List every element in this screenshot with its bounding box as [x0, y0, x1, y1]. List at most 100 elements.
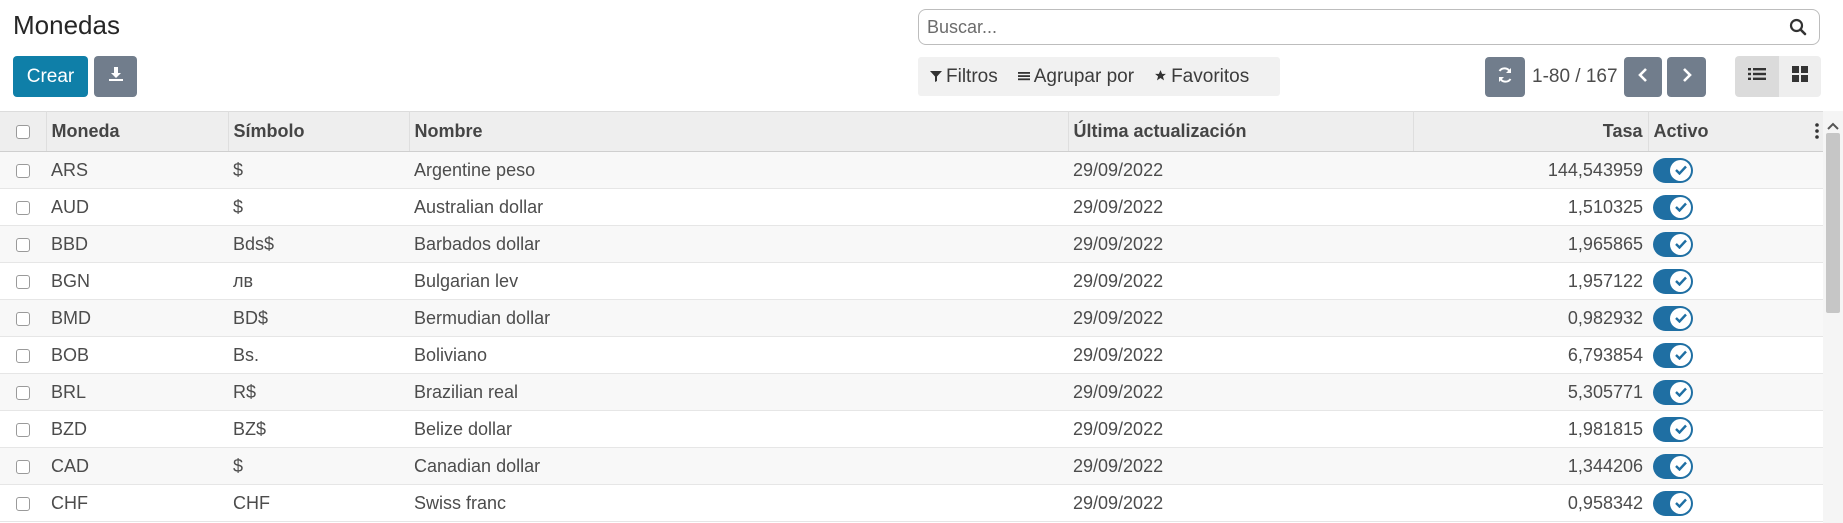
check-icon	[1670, 270, 1691, 292]
table-row[interactable]: BRL R$ Brazilian real 29/09/2022 5,305771	[0, 373, 1823, 411]
cell-rate: 1,957122	[1567, 270, 1643, 291]
column-header-updated[interactable]: Última actualización	[1068, 111, 1414, 152]
cell-currency: BOB	[51, 344, 90, 365]
row-select-cell[interactable]	[0, 337, 46, 374]
group-by-toggle[interactable]: Agrupar por	[1017, 66, 1134, 88]
cell-active[interactable]	[1648, 485, 1823, 522]
cell-symbol: $	[233, 159, 244, 180]
table-row[interactable]: AUD $ Australian dollar 29/09/2022 1,510325	[0, 188, 1823, 226]
active-toggle[interactable]	[1653, 231, 1693, 257]
column-header-currency[interactable]: Moneda	[46, 111, 229, 152]
vertical-dots-icon[interactable]	[1815, 123, 1819, 144]
row-select-cell[interactable]	[0, 152, 46, 189]
row-select-cell[interactable]	[0, 226, 46, 263]
table-row[interactable]: BOB Bs. Boliviano 29/09/2022 6,793854	[0, 336, 1823, 374]
search-bar[interactable]	[918, 9, 1820, 45]
table-row[interactable]: BMD BD$ Bermudian dollar 29/09/2022 0,982932	[0, 299, 1823, 337]
cell-currency: BBD	[51, 233, 89, 254]
cell-name: Australian dollar	[414, 196, 544, 217]
row-select-cell[interactable]	[0, 189, 46, 226]
vertical-scrollbar[interactable]	[1823, 111, 1843, 523]
cell-active[interactable]	[1648, 374, 1823, 411]
row-select-cell[interactable]	[0, 374, 46, 411]
column-header-active[interactable]: Activo	[1648, 111, 1823, 152]
cell-currency: BRL	[51, 381, 87, 402]
column-header-name[interactable]: Nombre	[409, 111, 1069, 152]
table-row[interactable]: BGN лв Bulgarian lev 29/09/2022 1,957122	[0, 262, 1823, 300]
favorites-label: Favoritos	[1171, 65, 1250, 87]
row-checkbox[interactable]	[16, 311, 30, 326]
active-toggle[interactable]	[1653, 157, 1693, 183]
active-toggle[interactable]	[1653, 268, 1693, 294]
row-checkbox[interactable]	[16, 348, 30, 363]
active-toggle[interactable]	[1653, 490, 1693, 516]
row-checkbox[interactable]	[16, 274, 30, 289]
row-select-cell[interactable]	[0, 485, 46, 522]
cell-active[interactable]	[1648, 411, 1823, 448]
table-row[interactable]: ARS $ Argentine peso 29/09/2022 144,543959	[0, 151, 1823, 189]
refresh-button[interactable]	[1485, 57, 1525, 97]
check-icon	[1670, 233, 1691, 255]
row-checkbox[interactable]	[16, 422, 30, 437]
chevron-right-icon	[1680, 67, 1694, 88]
cell-rate: 1,981815	[1567, 418, 1643, 439]
cell-currency: AUD	[51, 196, 90, 217]
check-icon	[1670, 344, 1691, 366]
cell-active[interactable]	[1648, 226, 1823, 263]
favorites-toggle[interactable]: Favoritos	[1154, 66, 1249, 88]
scrollbar-thumb[interactable]	[1826, 133, 1840, 313]
row-select-cell[interactable]	[0, 263, 46, 300]
cell-currency: BMD	[51, 307, 91, 328]
select-all-checkbox[interactable]	[15, 125, 30, 140]
row-checkbox[interactable]	[16, 163, 30, 178]
active-toggle[interactable]	[1653, 416, 1693, 442]
row-select-cell[interactable]	[0, 448, 46, 485]
row-checkbox[interactable]	[16, 237, 30, 252]
search-options-bar: Filtros Agrupar por Favoritos	[918, 57, 1280, 96]
cell-active[interactable]	[1648, 337, 1823, 374]
cell-rate: 144,543959	[1547, 159, 1643, 180]
currency-table: Moneda Símbolo Nombre Última actualizaci…	[0, 111, 1823, 522]
cell-active[interactable]	[1648, 189, 1823, 226]
active-toggle[interactable]	[1653, 194, 1693, 220]
check-icon	[1670, 418, 1691, 440]
page-title: Monedas	[13, 10, 120, 40]
table-row[interactable]: BZD BZ$ Belize dollar 29/09/2022 1,981815	[0, 410, 1823, 448]
active-toggle[interactable]	[1653, 305, 1693, 331]
cell-name: Belize dollar	[414, 418, 513, 439]
table-row[interactable]: CHF CHF Swiss franc 29/09/2022 0,958342	[0, 484, 1823, 522]
check-icon	[1670, 381, 1691, 403]
export-button[interactable]	[94, 56, 137, 97]
pager-previous-button[interactable]	[1624, 57, 1662, 97]
column-header-symbol[interactable]: Símbolo	[228, 111, 410, 152]
active-toggle[interactable]	[1653, 379, 1693, 405]
row-checkbox[interactable]	[16, 496, 30, 511]
filters-toggle[interactable]: Filtros	[930, 66, 998, 88]
create-button[interactable]: Crear	[13, 56, 88, 97]
list-view-button[interactable]	[1735, 56, 1779, 97]
cell-active[interactable]	[1648, 448, 1823, 485]
table-row[interactable]: BBD Bds$ Barbados dollar 29/09/2022 1,965865	[0, 225, 1823, 263]
row-select-cell[interactable]	[0, 411, 46, 448]
select-all-cell[interactable]	[0, 111, 47, 152]
cell-currency: ARS	[51, 159, 89, 180]
cell-active[interactable]	[1648, 152, 1823, 189]
cell-updated: 29/09/2022	[1073, 418, 1164, 439]
active-toggle[interactable]	[1653, 453, 1693, 479]
search-icon[interactable]	[1787, 16, 1809, 38]
row-checkbox[interactable]	[16, 459, 30, 474]
cell-active[interactable]	[1648, 263, 1823, 300]
cell-name: Swiss franc	[414, 492, 507, 513]
cell-active[interactable]	[1648, 300, 1823, 337]
kanban-view-button[interactable]	[1779, 56, 1821, 97]
cell-name: Boliviano	[414, 344, 488, 365]
row-checkbox[interactable]	[16, 200, 30, 215]
active-toggle[interactable]	[1653, 342, 1693, 368]
pager-next-button[interactable]	[1667, 57, 1706, 97]
column-header-rate[interactable]: Tasa	[1413, 111, 1649, 152]
pager-value[interactable]: 1-80 / 167	[1532, 66, 1618, 88]
row-select-cell[interactable]	[0, 300, 46, 337]
table-row[interactable]: CAD $ Canadian dollar 29/09/2022 1,344206	[0, 447, 1823, 485]
search-input[interactable]	[925, 11, 1787, 43]
row-checkbox[interactable]	[16, 385, 30, 400]
